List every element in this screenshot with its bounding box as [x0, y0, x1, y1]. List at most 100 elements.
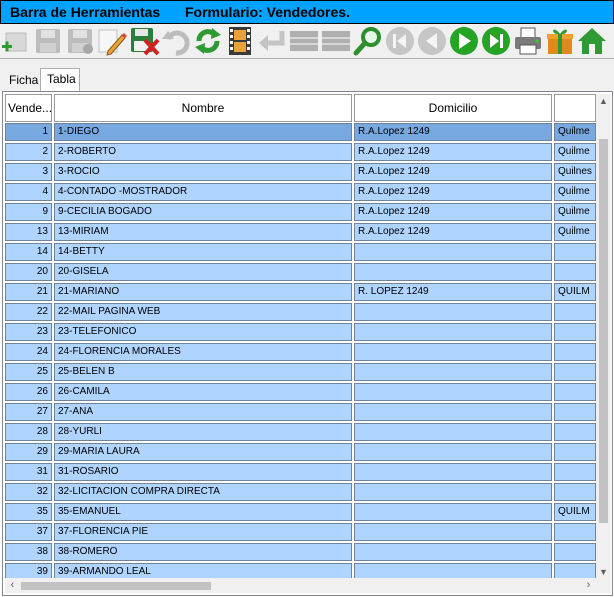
search-button[interactable] [352, 25, 384, 57]
scroll-left-icon[interactable]: ‹ [5, 578, 20, 593]
cell-domicilio[interactable] [354, 523, 552, 541]
table-row[interactable]: 9 9-CECILIA BOGADO R.A.Lopez 1249 Quilme [5, 202, 596, 222]
table-row[interactable]: 31 31-ROSARIO [5, 462, 596, 482]
cell-nombre[interactable]: 3-ROCIO [54, 163, 352, 181]
home-button[interactable] [576, 25, 608, 57]
column-header-domicilio[interactable]: Domicilio [354, 94, 552, 122]
cell-vendedor[interactable]: 4 [5, 183, 52, 201]
cell-domicilio[interactable] [354, 463, 552, 481]
cell-nombre[interactable]: 13-MIRIAM [54, 223, 352, 241]
cell-vendedor[interactable]: 26 [5, 383, 52, 401]
table-row[interactable]: 23 23-TELEFONICO [5, 322, 596, 342]
vertical-scroll-thumb[interactable] [599, 139, 608, 523]
cell-nombre[interactable]: 32-LICITACION COMPRA DIRECTA [54, 483, 352, 501]
cell-domicilio[interactable]: R.A.Lopez 1249 [354, 163, 552, 181]
table-row[interactable]: 35 35-EMANUEL QUILM [5, 502, 596, 522]
cell-domicilio[interactable] [354, 403, 552, 421]
cell-localidad[interactable]: Quilme [554, 143, 596, 161]
tab-ficha[interactable]: Ficha [2, 71, 40, 91]
cell-nombre[interactable]: 20-GISELA [54, 263, 352, 281]
cell-nombre[interactable]: 35-EMANUEL [54, 503, 352, 521]
table-row[interactable]: 4 4-CONTADO -MOSTRADOR R.A.Lopez 1249 Quilm… [5, 182, 596, 202]
cell-domicilio[interactable]: R.A.Lopez 1249 [354, 183, 552, 201]
cell-nombre[interactable]: 4-CONTADO -MOSTRADOR [54, 183, 352, 201]
cell-domicilio[interactable] [354, 503, 552, 521]
cell-localidad[interactable]: Quilnes [554, 163, 596, 181]
table-row[interactable]: 28 28-YURLI [5, 422, 596, 442]
cell-vendedor[interactable]: 14 [5, 243, 52, 261]
save-as-button[interactable] [64, 25, 96, 57]
cell-vendedor[interactable]: 3 [5, 163, 52, 181]
table-row[interactable]: 24 24-FLORENCIA MORALES [5, 342, 596, 362]
cell-domicilio[interactable] [354, 423, 552, 441]
table-row[interactable]: 3 3-ROCIO R.A.Lopez 1249 Quilnes [5, 162, 596, 182]
cell-domicilio[interactable]: R. LOPEZ 1249 [354, 283, 552, 301]
cell-vendedor[interactable]: 20 [5, 263, 52, 281]
previous-record-button[interactable] [416, 25, 448, 57]
table-row[interactable]: 32 32-LICITACION COMPRA DIRECTA [5, 482, 596, 502]
table-row[interactable]: 38 38-ROMERO [5, 542, 596, 562]
cell-localidad[interactable] [554, 463, 596, 481]
cell-localidad[interactable] [554, 543, 596, 561]
table-row[interactable]: 22 22-MAIL PAGINA WEB [5, 302, 596, 322]
table-row[interactable]: 21 21-MARIANO R. LOPEZ 1249 QUILM [5, 282, 596, 302]
cell-vendedor[interactable]: 23 [5, 323, 52, 341]
cell-vendedor[interactable]: 27 [5, 403, 52, 421]
filmstrip-button[interactable] [224, 25, 256, 57]
cell-nombre[interactable]: 28-YURLI [54, 423, 352, 441]
cell-nombre[interactable]: 27-ANA [54, 403, 352, 421]
table-alt-button[interactable] [320, 25, 352, 57]
cell-vendedor[interactable]: 22 [5, 303, 52, 321]
cell-localidad[interactable] [554, 443, 596, 461]
add-button[interactable] [0, 25, 32, 57]
cell-vendedor[interactable]: 1 [5, 123, 52, 141]
cell-vendedor[interactable]: 21 [5, 283, 52, 301]
cell-nombre[interactable]: 24-FLORENCIA MORALES [54, 343, 352, 361]
cell-localidad[interactable] [554, 423, 596, 441]
cell-domicilio[interactable] [354, 383, 552, 401]
cell-localidad[interactable] [554, 343, 596, 361]
undo-button[interactable] [160, 25, 192, 57]
save-button[interactable] [32, 25, 64, 57]
column-header-vendedor[interactable]: Vende... [5, 94, 52, 122]
cell-nombre[interactable]: 31-ROSARIO [54, 463, 352, 481]
table-row[interactable]: 27 27-ANA [5, 402, 596, 422]
table-row[interactable]: 26 26-CAMILA [5, 382, 596, 402]
cell-domicilio[interactable] [354, 343, 552, 361]
cell-domicilio[interactable] [354, 243, 552, 261]
cell-vendedor[interactable]: 29 [5, 443, 52, 461]
cell-nombre[interactable]: 29-MARIA LAURA [54, 443, 352, 461]
cell-localidad[interactable] [554, 303, 596, 321]
cell-nombre[interactable]: 9-CECILIA BOGADO [54, 203, 352, 221]
cell-domicilio[interactable] [354, 443, 552, 461]
table-row[interactable]: 37 37-FLORENCIA PIE [5, 522, 596, 542]
table-row[interactable]: 29 29-MARIA LAURA [5, 442, 596, 462]
cell-vendedor[interactable]: 28 [5, 423, 52, 441]
table-row[interactable]: 2 2-ROBERTO R.A.Lopez 1249 Quilme [5, 142, 596, 162]
horizontal-scroll-thumb[interactable] [21, 582, 211, 590]
vertical-scrollbar[interactable]: ▲ ▼ [596, 94, 611, 580]
cell-nombre[interactable]: 26-CAMILA [54, 383, 352, 401]
table-button[interactable] [288, 25, 320, 57]
cell-nombre[interactable]: 21-MARIANO [54, 283, 352, 301]
cell-localidad[interactable] [554, 263, 596, 281]
cell-domicilio[interactable] [354, 483, 552, 501]
cell-nombre[interactable]: 2-ROBERTO [54, 143, 352, 161]
cell-localidad[interactable] [554, 243, 596, 261]
table-row[interactable]: 14 14-BETTY [5, 242, 596, 262]
cell-vendedor[interactable]: 2 [5, 143, 52, 161]
cell-domicilio[interactable]: R.A.Lopez 1249 [354, 223, 552, 241]
cell-localidad[interactable]: Quilme [554, 183, 596, 201]
cell-localidad[interactable]: Quilme [554, 123, 596, 141]
cell-vendedor[interactable]: 13 [5, 223, 52, 241]
cell-localidad[interactable]: QUILM [554, 503, 596, 521]
gift-button[interactable] [544, 25, 576, 57]
cell-domicilio[interactable] [354, 263, 552, 281]
cell-vendedor[interactable]: 37 [5, 523, 52, 541]
cell-localidad[interactable] [554, 523, 596, 541]
table-row[interactable]: 13 13-MIRIAM R.A.Lopez 1249 Quilme [5, 222, 596, 242]
table-row[interactable]: 25 25-BELEN B [5, 362, 596, 382]
scroll-up-icon[interactable]: ▲ [596, 94, 611, 109]
cell-localidad[interactable] [554, 483, 596, 501]
cell-domicilio[interactable]: R.A.Lopez 1249 [354, 143, 552, 161]
